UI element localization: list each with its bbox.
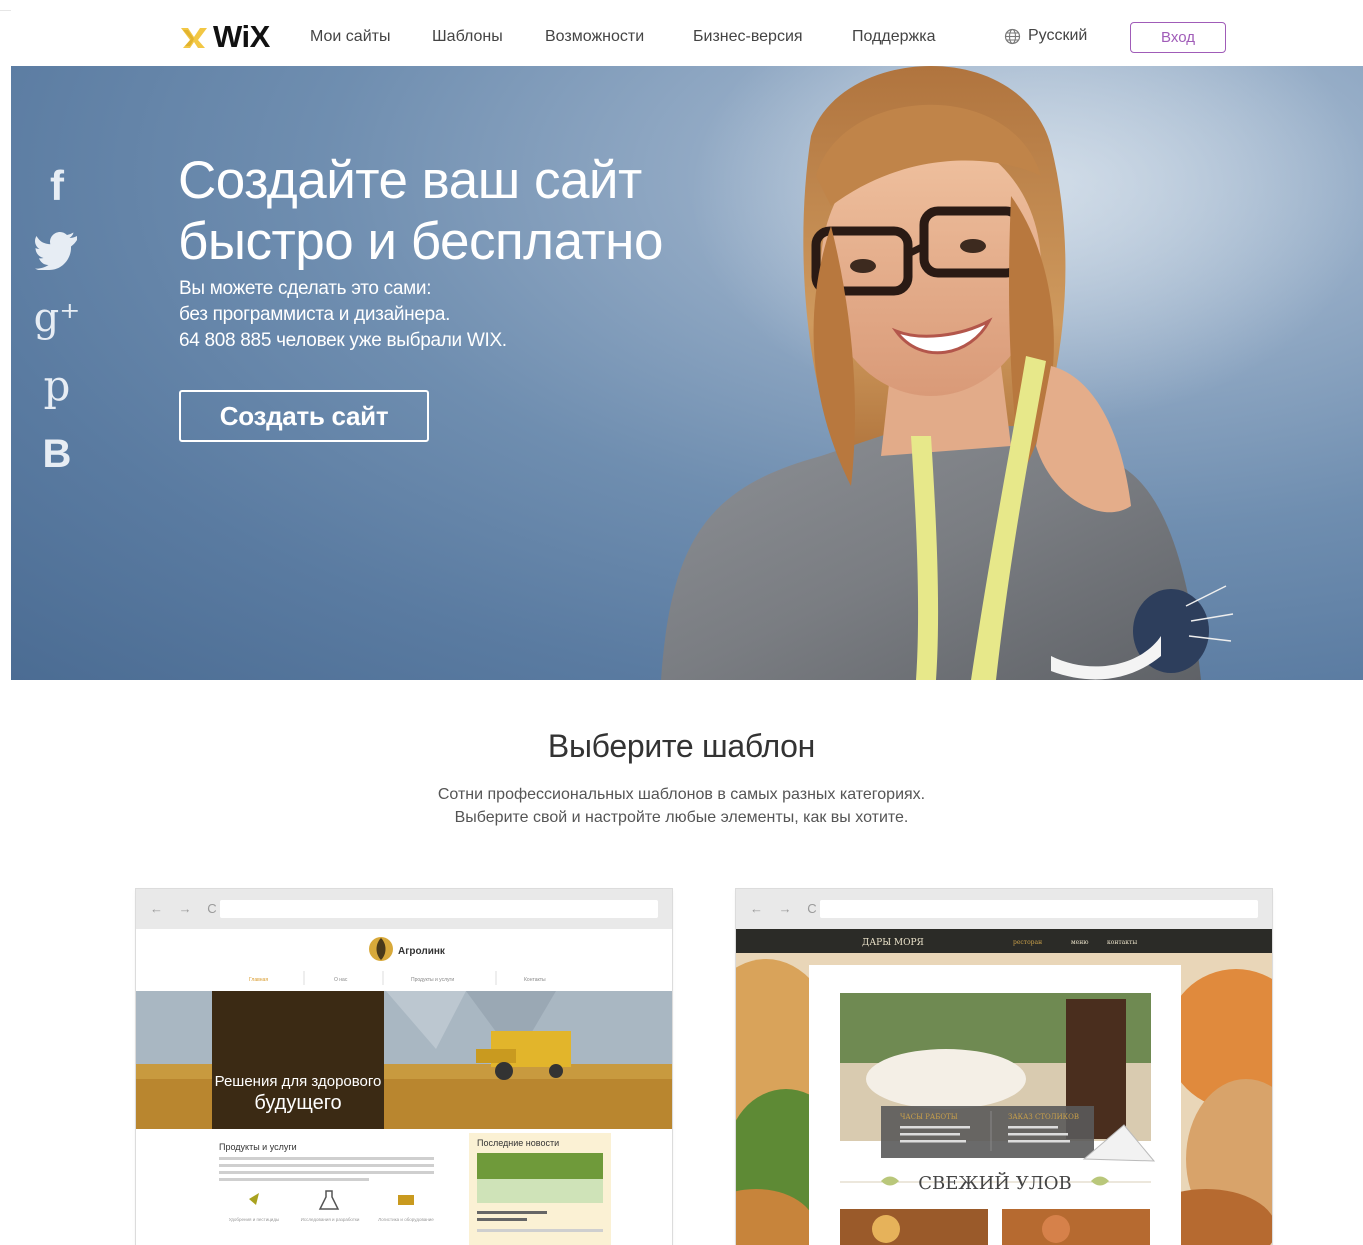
nav-features[interactable]: Возможности	[545, 28, 644, 46]
seafood-menu-menu: меню	[1071, 939, 1088, 946]
seafood-menu-restaurant: ресторан	[1013, 939, 1042, 946]
language-label: Русский	[1028, 27, 1088, 44]
agrolink-screenshot: Агролинк Главная О нас Продукты и услуги…	[136, 929, 672, 1245]
vkontakte-icon[interactable]: B	[33, 430, 81, 478]
wix-logo[interactable]: WiX	[179, 19, 270, 54]
language-selector[interactable]: Русский	[1004, 27, 1087, 45]
template-preview-seafood[interactable]: ← → C ДАРЫ МОРЯ ресторан меню контакты Ч…	[736, 889, 1272, 1245]
agro-icon-label-3: Логистика и оборудование	[378, 1217, 434, 1222]
google-plus-icon[interactable]: g⁺	[33, 294, 81, 342]
facebook-icon[interactable]: f	[33, 162, 81, 210]
twitter-icon[interactable]	[35, 230, 79, 270]
browser-toolbar: ← → C	[736, 889, 1272, 929]
logo-text: WiX	[213, 19, 270, 54]
hero-subtitle: Вы можете сделать это сами: без программ…	[179, 276, 679, 354]
templates-text-line1: Сотни профессиональных шаблонов в самых …	[437, 786, 926, 803]
templates-title: Выберите шаблон	[547, 728, 816, 764]
agro-banner-line2: будущего	[254, 1092, 341, 1114]
seafood-page: ДАРЫ МОРЯ ресторан меню контакты ЧАСЫ РА…	[736, 929, 1272, 1245]
hero-sub-line1: Вы можете сделать это сами:	[179, 278, 432, 299]
social-links: f g⁺ p B	[33, 162, 81, 498]
nav-templates[interactable]: Шаблоны	[432, 28, 503, 46]
browser-nav-icons: ← → C	[750, 901, 823, 916]
hero-title-line1: Создайте ваш сайт	[178, 151, 642, 210]
create-site-button[interactable]: Создать сайт	[179, 390, 429, 442]
seafood-brand: ДАРЫ МОРЯ	[862, 938, 924, 948]
agro-menu-products: Продукты и услуги	[411, 977, 454, 983]
hero-sub-line3: 64 808 885 человек уже выбрали WIX.	[179, 330, 507, 351]
agro-news-title: Последние новости	[477, 1138, 559, 1148]
pinterest-icon[interactable]: p	[33, 362, 81, 410]
agro-menu-about: О нас	[334, 977, 348, 983]
seafood-booking-title: ЗАКАЗ СТОЛИКОВ	[1008, 1113, 1079, 1121]
browser-url-bar	[820, 900, 1258, 918]
globe-icon	[1004, 28, 1021, 44]
agro-menu-contacts: Контакты	[524, 977, 546, 983]
template-preview-agrolink[interactable]: ← → C Агролинк Главная О нас Продукты и …	[136, 889, 672, 1245]
nav-business[interactable]: Бизнес-версия	[693, 28, 803, 46]
agro-menu-home: Главная	[249, 977, 268, 983]
agro-products-title: Продукты и услуги	[219, 1142, 297, 1152]
templates-description: Сотни профессиональных шаблонов в самых …	[0, 783, 1363, 829]
agro-brand: Агролинк	[398, 946, 446, 957]
templates-text-line2: Выберите свой и настройте любые элементы…	[454, 809, 909, 826]
agrolink-page: Агролинк Главная О нас Продукты и услуги…	[136, 929, 672, 1245]
hero-banner: f g⁺ p B Создайте ваш сайт быстро и бесп…	[11, 66, 1363, 680]
seafood-menu-contacts: контакты	[1107, 939, 1137, 946]
agro-icon-label-2: Исследования и разработки	[301, 1217, 360, 1222]
nav-support[interactable]: Поддержка	[852, 28, 935, 46]
agro-banner-line1: Решения для здорового	[215, 1073, 382, 1090]
wix-crown-icon	[181, 28, 207, 48]
seafood-hours-title: ЧАСЫ РАБОТЫ	[900, 1113, 958, 1121]
hero-sub-line2: без программиста и дизайнера.	[179, 304, 451, 325]
seafood-catch-title: СВЕЖИЙ УЛОВ	[918, 1171, 1072, 1194]
browser-toolbar: ← → C	[136, 889, 672, 929]
login-button[interactable]: Вход	[1130, 22, 1226, 53]
hero-title-line2: быстро и бесплатно	[178, 212, 663, 271]
seafood-screenshot: ДАРЫ МОРЯ ресторан меню контакты ЧАСЫ РА…	[736, 929, 1272, 1245]
hero-title: Создайте ваш сайт быстро и бесплатно	[178, 150, 778, 272]
nav-my-sites[interactable]: Мои сайты	[310, 28, 390, 46]
site-header: WiX Мои сайты Шаблоны Возможности Бизнес…	[11, 10, 1363, 66]
agro-icon-label-1: Удобрения и пестициды	[229, 1217, 279, 1222]
browser-nav-icons: ← → C	[150, 901, 223, 916]
browser-url-bar	[220, 900, 658, 918]
